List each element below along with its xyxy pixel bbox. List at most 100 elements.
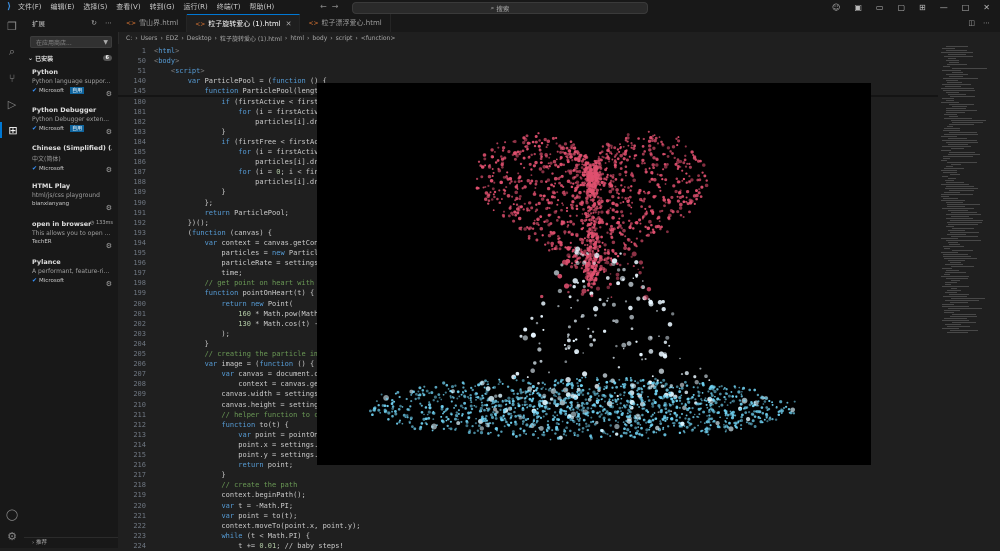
breadcrumb-item[interactable]: script — [336, 35, 353, 42]
extension-item[interactable]: Pylance A performant, feature-ri... ✔ Micro… — [24, 254, 118, 292]
breadcrumb-item[interactable]: 粒子旋转爱心 (1).html — [220, 34, 282, 43]
minimize-icon[interactable]: — — [940, 3, 948, 12]
particle — [605, 175, 609, 179]
extensions-icon[interactable]: ⊞ — [0, 122, 24, 138]
particle — [657, 404, 661, 408]
particle — [610, 296, 613, 298]
extension-item[interactable]: Chinese (Simplified) (... 中文(简体) ✔ Microsof… — [24, 140, 118, 178]
menu-item[interactable]: 文件(F) — [18, 3, 42, 11]
particle — [545, 207, 549, 211]
breadcrumb-item[interactable]: <function> — [361, 35, 396, 42]
minimap-line — [944, 168, 964, 169]
account-icon[interactable]: ◯ — [4, 506, 20, 522]
particle — [423, 413, 425, 416]
close-icon[interactable]: ✕ — [983, 3, 990, 12]
extension-gear-icon[interactable]: ⚙ — [106, 128, 112, 136]
particle — [613, 146, 617, 150]
extension-gear-icon[interactable]: ⚙ — [106, 90, 112, 98]
minimap[interactable] — [938, 44, 1000, 548]
particle — [540, 416, 543, 420]
search-activity-icon[interactable]: ⌕ — [4, 44, 20, 60]
editor-tab[interactable]: <> 粒子旋转爱心 (1).html ✕ — [187, 14, 301, 33]
minimap-line — [950, 174, 960, 175]
editor-tab[interactable]: <> 粒子漂浮爱心.html — [300, 14, 391, 32]
back-arrow-icon[interactable]: ← — [320, 2, 327, 11]
breadcrumb-item[interactable]: Desktop — [187, 35, 212, 42]
line-number: 200 — [133, 299, 146, 308]
particle — [738, 386, 741, 389]
particle — [727, 394, 731, 398]
particle — [549, 153, 552, 156]
forward-arrow-icon[interactable]: → — [332, 2, 339, 11]
extension-item[interactable]: Python Debugger Python Debugger exten... ✔… — [24, 102, 118, 140]
more-actions-icon[interactable]: ⋯ — [105, 19, 112, 27]
extension-gear-icon[interactable]: ⚙ — [106, 280, 112, 288]
toggle-secondary-icon[interactable]: ▢ — [897, 3, 905, 12]
source-control-icon[interactable]: ⑂ — [4, 70, 20, 86]
particle — [648, 219, 652, 224]
filter-icon[interactable]: ▼ — [103, 39, 108, 46]
extension-item[interactable]: open in browser This allows you to open .… — [24, 216, 118, 254]
refresh-icon[interactable]: ↻ — [91, 19, 97, 27]
extension-search-input[interactable]: 在应用商店... ▼ — [30, 36, 112, 48]
particle — [503, 192, 506, 195]
particle — [602, 416, 606, 420]
particle — [483, 157, 487, 161]
particle — [682, 177, 686, 181]
menu-item[interactable]: 运行(R) — [183, 3, 207, 11]
particle — [545, 146, 548, 149]
particle — [739, 418, 744, 423]
particle — [576, 281, 580, 284]
run-debug-icon[interactable]: ▷ — [4, 96, 20, 112]
manage-gear-icon[interactable]: ⚙ — [4, 528, 20, 544]
menu-item[interactable]: 转到(G) — [150, 3, 175, 11]
breadcrumb-item[interactable]: body — [312, 35, 327, 42]
toggle-panel-icon[interactable]: ▭ — [876, 3, 884, 12]
split-editor-icon[interactable]: ◫ — [968, 19, 975, 27]
breadcrumb-item[interactable]: C: — [126, 35, 132, 42]
particle — [578, 423, 581, 427]
menu-item[interactable]: 选择(S) — [83, 3, 107, 11]
recommended-section-header[interactable]: › 推荐 — [24, 537, 126, 548]
particle — [438, 396, 441, 399]
command-center-search[interactable]: ⌕ 搜索 — [352, 2, 648, 14]
extension-item[interactable]: Python Python language suppor... ✔ Microsof… — [24, 64, 118, 102]
breadcrumb-item[interactable]: html — [290, 35, 304, 42]
close-tab-icon[interactable]: ✕ — [286, 20, 292, 28]
particle — [541, 409, 545, 413]
explorer-icon[interactable]: ❐ — [4, 18, 20, 34]
line-number: 190 — [133, 198, 146, 207]
breadcrumb-item[interactable]: Users — [141, 35, 158, 42]
particle — [480, 401, 483, 404]
particle — [614, 419, 617, 422]
copilot-icon[interactable]: ☺ — [832, 3, 840, 12]
particle — [592, 211, 595, 214]
particle — [646, 286, 652, 292]
breadcrumb-item[interactable]: EDZ — [166, 35, 179, 42]
extension-gear-icon[interactable]: ⚙ — [106, 204, 112, 212]
editor-tab[interactable]: <> 雪山界.html — [118, 14, 188, 32]
particle — [536, 392, 539, 395]
particle — [578, 378, 582, 383]
particle — [523, 432, 525, 434]
menu-item[interactable]: 帮助(H) — [250, 3, 275, 11]
layout-icon[interactable]: ⊞ — [919, 3, 926, 12]
particle — [623, 394, 625, 397]
particle — [593, 422, 597, 426]
menu-item[interactable]: 查看(V) — [116, 3, 140, 11]
extension-gear-icon[interactable]: ⚙ — [106, 242, 112, 250]
extension-gear-icon[interactable]: ⚙ — [106, 166, 112, 174]
particle — [705, 403, 708, 406]
particle — [574, 351, 577, 355]
minimap-line — [942, 140, 977, 141]
maximize-icon[interactable]: □ — [962, 3, 970, 12]
menu-item[interactable]: 终端(T) — [217, 3, 241, 11]
particle — [729, 410, 732, 413]
installed-section-header[interactable]: ⌄ 已安装 6 — [24, 52, 118, 64]
menu-item[interactable]: 编辑(E) — [51, 3, 75, 11]
particle — [571, 159, 574, 162]
more-actions-icon[interactable]: ⋯ — [983, 19, 990, 27]
particle — [652, 381, 656, 385]
extension-item[interactable]: HTML Play html/js/css playground bianxiany… — [24, 178, 118, 216]
toggle-sidebar-icon[interactable]: ▣ — [854, 3, 862, 12]
